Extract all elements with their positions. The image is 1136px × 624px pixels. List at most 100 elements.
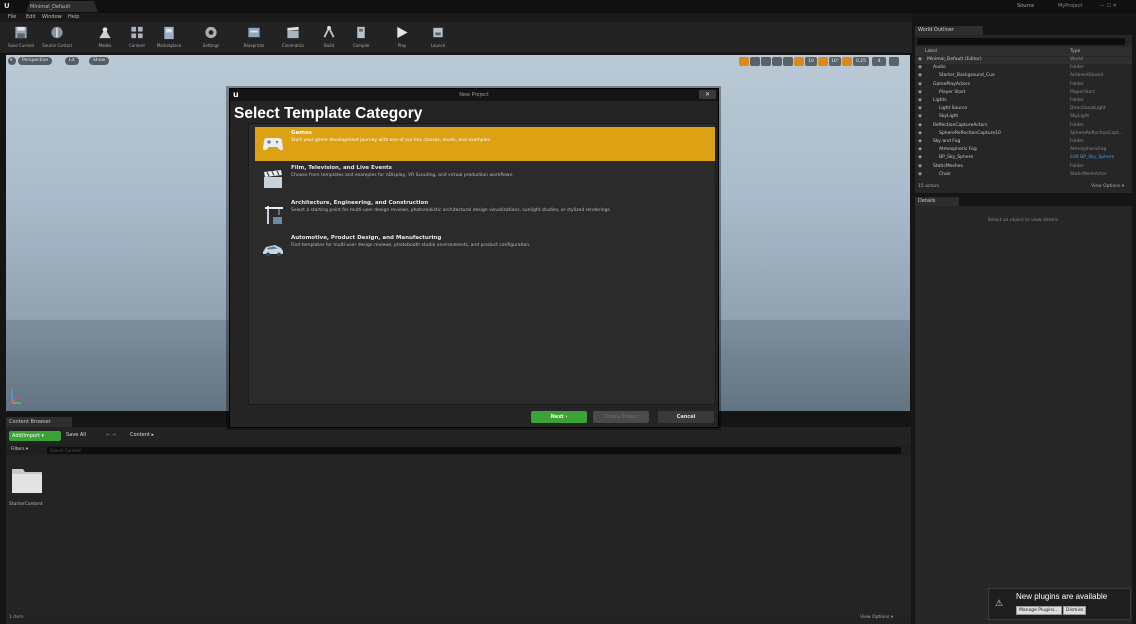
camera-speed-value[interactable]: 4 <box>872 57 886 66</box>
scale-snap-value[interactable]: 0.25 <box>853 57 869 66</box>
visibility-eye-icon[interactable]: ◉ <box>918 114 922 119</box>
scale-icon[interactable] <box>772 57 782 66</box>
history-nav-buttons[interactable]: ← → <box>106 432 116 438</box>
world-outliner-tab[interactable]: World Outliner <box>915 26 983 35</box>
lit-button[interactable]: Lit <box>65 57 79 65</box>
close-icon[interactable]: ✕ <box>699 90 716 99</box>
show-button[interactable]: Show <box>89 57 110 65</box>
column-label[interactable]: Label <box>925 49 937 54</box>
outliner-row[interactable]: ◉ Player Start PlayerStart <box>915 90 1132 97</box>
content-search-input[interactable]: Search Content <box>47 447 901 454</box>
play-icon <box>397 26 408 39</box>
save-icon <box>15 26 27 39</box>
visibility-eye-icon[interactable]: ◉ <box>918 172 922 177</box>
translate-icon[interactable] <box>750 57 760 66</box>
grid-snap-value[interactable]: 10 <box>805 57 817 66</box>
visibility-eye-icon[interactable]: ◉ <box>918 73 922 78</box>
cinematics-button[interactable]: Cinematics <box>276 24 310 52</box>
compile-button[interactable]: Compile <box>344 24 378 52</box>
outliner-row[interactable]: ◉ Audio Folder <box>915 65 1132 72</box>
unreal-logo-icon[interactable]: U <box>4 2 12 10</box>
save-current-button[interactable]: Save Current <box>4 24 38 52</box>
marketplace-button[interactable]: Marketplace <box>152 24 186 52</box>
source-control-button[interactable]: Source Control <box>40 24 74 52</box>
menu-file[interactable]: File <box>8 14 16 20</box>
outliner-row[interactable]: ◉ Minimal_Default (Editor) World <box>915 57 1132 64</box>
outliner-row[interactable]: ◉ GamePlayActors Folder <box>915 82 1132 89</box>
save-all-button[interactable]: Save All <box>66 432 86 438</box>
outliner-row[interactable]: ◉ Sky and Fog Folder <box>915 139 1132 146</box>
viewport-options-icon[interactable]: ▾ <box>8 57 16 65</box>
maximize-viewport-icon[interactable] <box>889 57 899 66</box>
launch-button[interactable]: Launch <box>421 24 455 52</box>
column-type[interactable]: Type <box>1070 49 1080 54</box>
world-local-icon[interactable] <box>783 57 793 66</box>
visibility-eye-icon[interactable]: ◉ <box>918 57 922 62</box>
outliner-row[interactable]: ◉ StaticMeshes Folder <box>915 164 1132 171</box>
grid-snap-icon[interactable] <box>794 57 804 66</box>
create-project-button[interactable]: Create Project <box>593 411 649 423</box>
category-automotive[interactable]: Automotive, Product Design, and Manufact… <box>255 232 715 266</box>
outliner-row[interactable]: ◉ Light Source DirectionalLight <box>915 106 1132 113</box>
add-import-button[interactable]: Add/Import ▾ <box>9 431 61 441</box>
visibility-eye-icon[interactable]: ◉ <box>918 155 922 160</box>
menu-help[interactable]: Help <box>68 14 79 20</box>
folder-label: StarterContent <box>9 502 43 507</box>
category-film[interactable]: Film, Television, and Live Events Choose… <box>255 162 715 196</box>
outliner-row[interactable]: ◉ Chair StaticMeshActor <box>915 172 1132 179</box>
visibility-eye-icon[interactable]: ◉ <box>918 90 922 95</box>
modes-button[interactable]: Modes <box>88 24 122 52</box>
visibility-eye-icon[interactable]: ◉ <box>918 65 922 70</box>
dismiss-button[interactable]: Dismiss <box>1063 606 1087 615</box>
visibility-eye-icon[interactable]: ◉ <box>918 123 922 128</box>
path-breadcrumb[interactable]: Content ▸ <box>130 432 154 438</box>
select-mode-icon[interactable] <box>739 57 749 66</box>
outliner-row[interactable]: ◉ BP_Sky_Sphere Edit BP_Sky_Sphere <box>915 155 1132 162</box>
visibility-eye-icon[interactable]: ◉ <box>918 106 922 111</box>
source-control-status[interactable]: Source <box>1017 3 1034 9</box>
cancel-button[interactable]: Cancel <box>658 411 714 423</box>
manage-plugins-button[interactable]: Manage Plugins... <box>1016 606 1062 615</box>
build-button[interactable]: Build <box>312 24 346 52</box>
content-browser-tab[interactable]: Content Browser <box>6 417 72 427</box>
category-architecture[interactable]: Architecture, Engineering, and Construct… <box>255 197 715 231</box>
play-button[interactable]: Play <box>385 24 419 52</box>
window-controls[interactable]: — ☐ ✕ <box>1100 3 1117 9</box>
outliner-row[interactable]: ◉ ReflectionCaptureActors Folder <box>915 123 1132 130</box>
settings-button[interactable]: Settings <box>194 24 228 52</box>
outliner-view-options[interactable]: View Options ▾ <box>1091 184 1124 189</box>
menu-edit[interactable]: Edit <box>26 14 36 20</box>
outliner-row[interactable]: ◉ Lights Folder <box>915 98 1132 105</box>
outliner-row-label: Starter_Background_Cue <box>939 73 995 79</box>
category-games[interactable]: Games Start your game development journe… <box>255 127 715 161</box>
outliner-row[interactable]: ◉ Starter_Background_Cue AmbientSound <box>915 73 1132 80</box>
visibility-eye-icon[interactable]: ◉ <box>918 98 922 103</box>
outliner-search-input[interactable] <box>917 38 1125 45</box>
outliner-row-label: Atmospheric Fog <box>939 147 977 153</box>
outliner-row-label: GamePlayActors <box>933 81 970 87</box>
visibility-eye-icon[interactable]: ◉ <box>918 164 922 169</box>
view-options-button[interactable]: View Options ▾ <box>860 615 893 620</box>
blueprints-button[interactable]: Blueprints <box>237 24 271 52</box>
content-button[interactable]: Content <box>120 24 154 52</box>
rotation-snap-icon[interactable] <box>818 57 828 66</box>
folder-icon[interactable] <box>11 463 43 495</box>
rotate-icon[interactable] <box>761 57 771 66</box>
visibility-eye-icon[interactable]: ◉ <box>918 82 922 87</box>
visibility-eye-icon[interactable]: ◉ <box>918 147 922 152</box>
outliner-row[interactable]: ◉ SkyLight SkyLight <box>915 114 1132 121</box>
scale-snap-icon[interactable] <box>842 57 852 66</box>
menu-window[interactable]: Window <box>42 14 62 20</box>
perspective-button[interactable]: Perspective <box>18 57 53 65</box>
project-name: MyProject <box>1058 3 1083 9</box>
visibility-eye-icon[interactable]: ◉ <box>918 139 922 144</box>
outliner-row[interactable]: ◉ Atmospheric Fog AtmosphericFog <box>915 147 1132 154</box>
details-tab[interactable]: Details <box>915 197 959 206</box>
outliner-row[interactable]: ◉ SphereReflectionCapture10 SphereReflecti… <box>915 131 1132 138</box>
level-tab[interactable]: Minimal_Default <box>26 1 98 12</box>
dialog-title-bar: u New Project ✕ <box>230 89 718 101</box>
visibility-eye-icon[interactable]: ◉ <box>918 131 922 136</box>
next-button[interactable]: Next › <box>531 411 587 423</box>
filters-button[interactable]: Filters ▾ <box>11 447 28 452</box>
rotation-snap-value[interactable]: 10° <box>829 57 841 66</box>
